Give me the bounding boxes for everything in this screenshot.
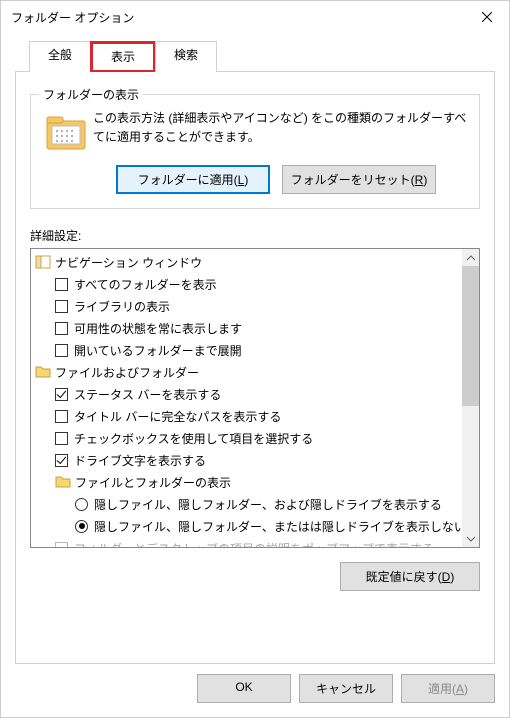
checkbox[interactable] [55,454,68,467]
tree-item-label: チェックボックスを使用して項目を選択する [74,430,313,447]
scroll-down-button[interactable] [462,530,479,547]
tree-row[interactable]: 隠しファイル、隠しフォルダー、またはは隠しドライブを表示しない [33,515,460,537]
tree-row[interactable]: ライブラリの表示 [33,295,460,317]
dialog-footer: OK キャンセル 適用(A) [1,664,509,717]
restore-defaults-button[interactable]: 既定値に戻す(D) [340,562,480,591]
tree-row[interactable]: タイトル バーに完全なパスを表示する [33,405,460,427]
tree-row: ファイルおよびフォルダー [33,361,460,383]
close-button[interactable] [464,2,509,32]
advanced-settings-label: 詳細設定: [30,227,480,244]
tree-item-label: ステータス バーを表示する [74,386,221,403]
apply-button[interactable]: 適用(A) [401,674,495,703]
folder-options-icon [43,109,89,155]
tree-row[interactable]: フォルダーとデスクトップの項目の説明をポップアップで表示する [33,537,460,547]
tree-item-label: ナビゲーション ウィンドウ [55,254,202,271]
tree-item-label: 隠しファイル、隠しフォルダー、またはは隠しドライブを表示しない [94,518,462,535]
tree-item-label: すべてのフォルダーを表示 [74,276,217,293]
tab-view[interactable]: 表示 [90,41,156,72]
tree-item-label: フォルダーとデスクトップの項目の説明をポップアップで表示する [74,540,434,548]
tree-row[interactable]: 開いているフォルダーまで展開 [33,339,460,361]
tab-strip: 全般 表示 検索 [29,41,481,72]
folder-views-desc-row: この表示方法 (詳細表示やアイコンなど) をこの種類のフォルダーすべてに適用する… [43,109,467,155]
apply-to-folders-button[interactable]: フォルダーに適用(L) [116,165,270,194]
tab-general[interactable]: 全般 [29,41,91,72]
window-title: フォルダー オプション [11,9,464,26]
scroll-thumb[interactable] [462,266,479,406]
ok-button[interactable]: OK [197,674,291,703]
tree-item-label: タイトル バーに完全なパスを表示する [74,408,281,425]
folder-views-desc: この表示方法 (詳細表示やアイコンなど) をこの種類のフォルダーすべてに適用する… [93,109,467,155]
dialog-body: 全般 表示 検索 フォルダーの表示 [1,33,509,664]
checkbox[interactable] [55,278,68,291]
radio[interactable] [75,520,88,533]
tree-row: ナビゲーション ウィンドウ [33,251,460,273]
folder-views-buttons: フォルダーに適用(L) フォルダーをリセット(R) [43,165,467,194]
tree-row[interactable]: チェックボックスを使用して項目を選択する [33,427,460,449]
tree-item-label: ドライブ文字を表示する [74,452,206,469]
close-icon [482,12,492,22]
tree-body: ナビゲーション ウィンドウすべてのフォルダーを表示ライブラリの表示可用性の状態を… [31,249,462,547]
tree-row: ファイルとフォルダーの表示 [33,471,460,493]
folder-views-title: フォルダーの表示 [39,86,143,103]
tree-row[interactable]: すべてのフォルダーを表示 [33,273,460,295]
radio[interactable] [75,498,88,511]
checkbox[interactable] [55,344,68,357]
vertical-scrollbar[interactable] [462,249,479,547]
tree-item-label: ファイルとフォルダーの表示 [75,474,231,491]
checkbox[interactable] [55,432,68,445]
checkbox[interactable] [55,410,68,423]
checkbox[interactable] [55,300,68,313]
advanced-settings-tree[interactable]: ナビゲーション ウィンドウすべてのフォルダーを表示ライブラリの表示可用性の状態を… [30,248,480,548]
tab-panel-view: フォルダーの表示 この表示方法 (詳細表示やアイコンなど) をこの種類のフォルダ… [15,71,495,664]
tree-item-label: 隠しファイル、隠しフォルダー、および隠しドライブを表示する [94,496,442,513]
cancel-button[interactable]: キャンセル [299,674,393,703]
restore-defaults-row: 既定値に戻す(D) [30,562,480,591]
tree-row[interactable]: 可用性の状態を常に表示します [33,317,460,339]
tree-item-label: 可用性の状態を常に表示します [74,320,242,337]
checkbox[interactable] [55,542,68,548]
tree-row[interactable]: ドライブ文字を表示する [33,449,460,471]
tree-item-label: ライブラリの表示 [74,298,170,315]
checkbox[interactable] [55,322,68,335]
reset-folders-button[interactable]: フォルダーをリセット(R) [282,165,436,194]
scroll-up-button[interactable] [462,249,479,266]
checkbox[interactable] [55,388,68,401]
chevron-down-icon [467,536,475,542]
tree-row[interactable]: ステータス バーを表示する [33,383,460,405]
titlebar: フォルダー オプション [1,1,509,33]
scroll-track [462,406,479,530]
folder-options-window: フォルダー オプション 全般 表示 検索 フォルダーの表示 [0,0,510,718]
tree-item-label: ファイルおよびフォルダー [55,364,199,381]
tree-row[interactable]: 隠しファイル、隠しフォルダー、および隠しドライブを表示する [33,493,460,515]
tabs-area: 全般 表示 検索 [15,33,495,72]
chevron-up-icon [467,255,475,261]
tree-item-label: 開いているフォルダーまで展開 [74,342,242,359]
tab-search[interactable]: 検索 [155,41,217,72]
folder-views-group: フォルダーの表示 この表示方法 (詳細表示やアイコンなど) をこの種類のフォルダ… [30,94,480,209]
